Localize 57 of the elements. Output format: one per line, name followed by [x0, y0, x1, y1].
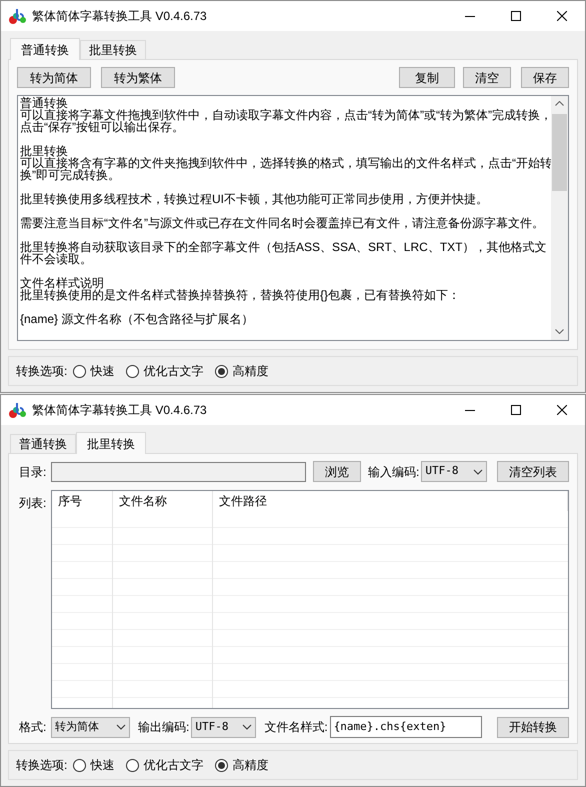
app-logo-icon: [8, 7, 26, 25]
button[interactable]: 转为繁体: [101, 67, 175, 88]
text-line: 文件名样式说明: [20, 277, 104, 289]
dropdown[interactable]: UTF-8: [421, 461, 488, 482]
dropdown[interactable]: UTF-8: [191, 716, 256, 738]
close-icon: [557, 405, 567, 415]
radio-option[interactable]: 高精度: [215, 756, 268, 774]
chevron-down-icon: [473, 468, 484, 474]
button[interactable]: 开始转换: [497, 716, 569, 738]
text-area[interactable]: [17, 95, 569, 341]
text-line: 批里转换使用多线程技术，转换过程UI不卡顿，其他功能可正常同步使用，方便并快捷。: [20, 193, 489, 205]
tab[interactable]: 普通转换: [10, 434, 76, 453]
file-list[interactable]: 序号 文件名称 文件路径: [51, 490, 569, 709]
scroll-thumb[interactable]: [552, 114, 567, 191]
chevron-down-icon: [116, 724, 126, 730]
field-label: 输出编码:: [138, 719, 190, 736]
tab[interactable]: 批里转换: [76, 432, 146, 454]
options-label: 转换选项:: [16, 757, 68, 774]
radio-option[interactable]: 高精度: [215, 362, 268, 380]
text-line: 可以直接将字幕文件拖拽到软件中，自动读取字幕文件内容，点击“转为简体”或“转为繁体”完成转换，点击“保存”按钮可以输出保存。: [20, 109, 551, 133]
button[interactable]: 复制: [399, 67, 455, 88]
name-pattern-field[interactable]: {name}.chs{exten}: [330, 716, 482, 738]
text-line: 需要注意当目标“文件名”与源文件或已存在文件同名时会覆盖掉已有文件，请注意备份源字幕文件。: [20, 217, 545, 229]
radio-option[interactable]: 优化古文字: [126, 756, 204, 774]
window-title: 繁体简体字幕转换工具 V0.4.6.73: [32, 402, 207, 419]
field-label: 文件名样式:: [264, 719, 328, 736]
field-label: 目录:: [18, 464, 48, 480]
button[interactable]: 转为简体: [17, 67, 91, 88]
maximize-icon: [511, 11, 521, 21]
text-line: 批里转换将自动获取该目录下的全部字幕文件（包括ASS、SSA、SRT、LRC、TXT），其他格式文件不会读取。: [20, 241, 548, 265]
window-title: 繁体简体字幕转换工具 V0.4.6.73: [32, 8, 207, 25]
field-label: 输入编码:: [368, 464, 420, 480]
field-label: 列表:: [18, 495, 48, 512]
dropdown[interactable]: 转为简体: [51, 716, 130, 738]
chevron-down-icon: [242, 724, 252, 730]
radio-option[interactable]: 优化古文字: [126, 362, 204, 380]
scroll-up-icon[interactable]: [555, 101, 564, 106]
field-label: 格式:: [18, 719, 48, 736]
tab[interactable]: 批里转换: [80, 40, 146, 59]
button[interactable]: 保存: [521, 67, 569, 88]
button[interactable]: 清空: [463, 67, 511, 88]
button[interactable]: 浏览: [313, 461, 361, 482]
maximize-icon: [511, 405, 521, 415]
radio-option[interactable]: 快速: [73, 756, 114, 774]
scroll-down-icon[interactable]: [555, 329, 564, 334]
app-logo-icon: [8, 401, 26, 419]
text-line: 批里转换使用的是文件名样式替换掉替换符，替换符使用{}包裹，已有替换符如下：: [20, 289, 462, 301]
scrollbar[interactable]: [551, 96, 568, 340]
text-line: {name} 源文件名称（不包含路径与扩展名）: [20, 313, 254, 325]
close-icon: [557, 11, 567, 21]
options-label: 转换选项:: [16, 363, 68, 380]
radio-option[interactable]: 快速: [73, 362, 114, 380]
text-line: 普通转换: [20, 97, 68, 109]
directory-field[interactable]: [51, 462, 306, 482]
text-line: 批里转换: [20, 145, 68, 157]
button[interactable]: 清空列表: [497, 461, 569, 482]
tab[interactable]: 普通转换: [10, 38, 80, 60]
